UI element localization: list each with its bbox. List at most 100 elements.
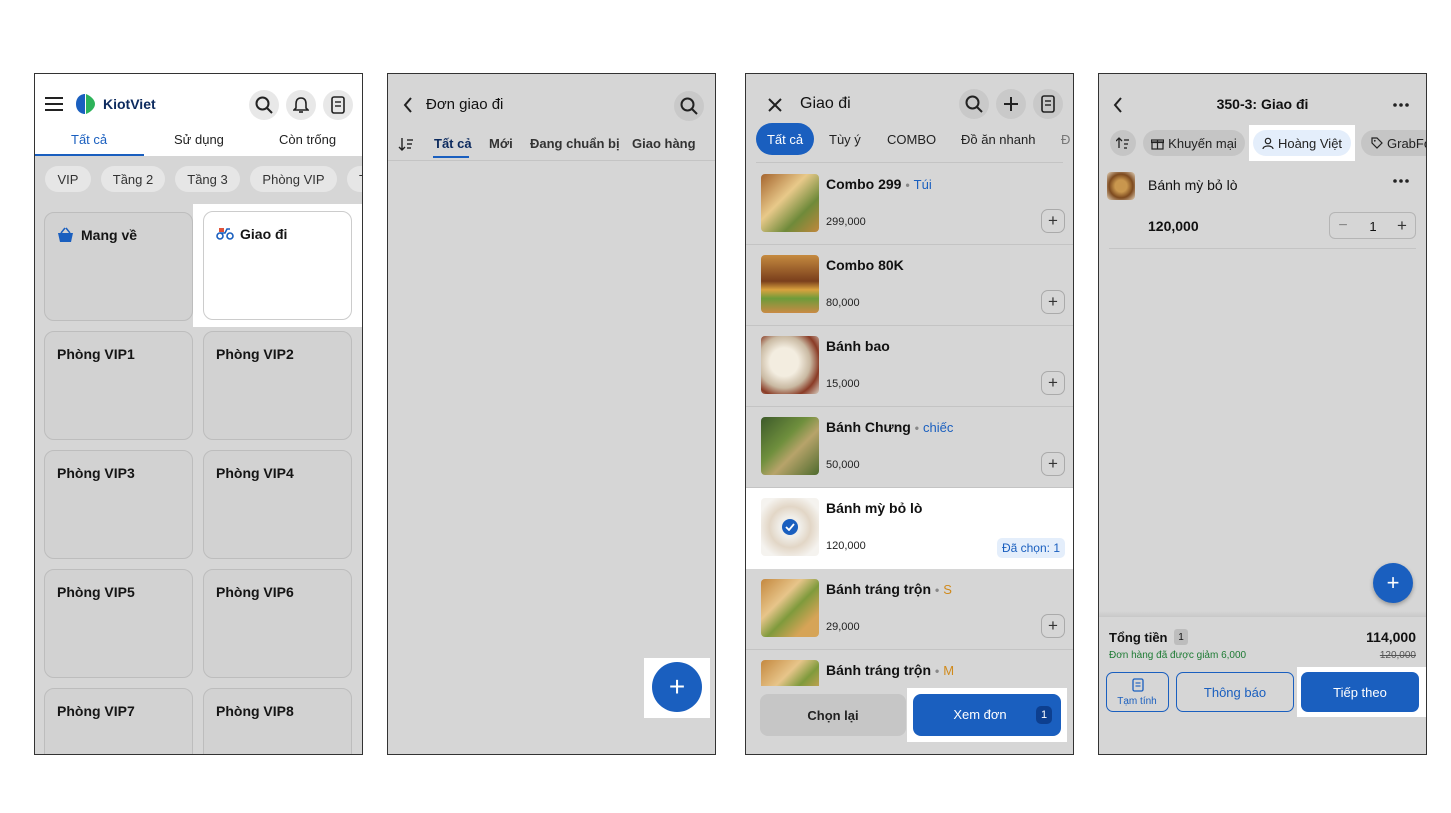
close-icon[interactable]	[765, 95, 785, 115]
food-thumbnail	[761, 417, 819, 475]
tab-in-use[interactable]: Sử dụng	[174, 132, 224, 147]
list-item-selected[interactable]: Bánh mỳ bỏ lò 120,000 Đã chọn: 1	[746, 488, 1073, 569]
add-item-button[interactable]: +	[1041, 614, 1065, 638]
item-price: 29,000	[826, 621, 860, 633]
customer-chip[interactable]: Hoàng Việt	[1253, 130, 1351, 156]
add-item-button[interactable]: +	[1041, 452, 1065, 476]
chip-label: Hoàng Việt	[1277, 135, 1343, 151]
tile-room[interactable]: Phòng VIP4	[203, 450, 352, 559]
back-icon[interactable]	[398, 95, 418, 115]
item-name: Bánh tráng trộn • M	[826, 662, 955, 678]
tab-delivering[interactable]: Giao hàng	[632, 136, 696, 151]
tile-room[interactable]: Phòng VIP8	[203, 688, 352, 754]
quantity-value: 1	[1369, 218, 1377, 234]
item-price: 50,000	[826, 459, 860, 471]
filter-chip[interactable]: Tầng 2	[101, 166, 165, 192]
notify-button[interactable]: Thông báo	[1176, 672, 1294, 712]
view-order-label: Xem đơn	[953, 707, 1007, 722]
list-item[interactable]: Bánh tráng trộn • S 29,000 +	[746, 569, 1073, 650]
temp-bill-label: Tạm tính	[1117, 696, 1157, 707]
temp-bill-button[interactable]: Tạm tính	[1106, 672, 1169, 712]
filter-chip[interactable]: Phòng VIP	[250, 166, 337, 192]
item-unit: chiếc	[923, 420, 954, 435]
total-count-badge: 1	[1174, 629, 1188, 645]
category-chip[interactable]: Đồ ăn nhanh	[961, 132, 1035, 147]
list-item[interactable]: Bánh Chưng • chiếc 50,000 +	[746, 407, 1073, 488]
search-button[interactable]	[249, 90, 279, 120]
tile-room[interactable]: Phòng VIP1	[44, 331, 193, 440]
item-unit: S	[943, 582, 952, 597]
tile-room[interactable]: Phòng VIP7	[44, 688, 193, 754]
more-icon[interactable]	[1389, 95, 1413, 115]
item-name: Bánh bao	[826, 338, 890, 354]
active-tab-indicator	[35, 154, 144, 156]
basket-icon	[58, 227, 73, 242]
tile-label: Phòng VIP8	[216, 703, 294, 719]
brand-name: KiotViet	[103, 96, 156, 112]
decrement-button[interactable]: −	[1332, 215, 1354, 237]
orders-button[interactable]	[1033, 89, 1063, 119]
tab-all[interactable]: Tất cả	[71, 132, 107, 147]
tile-room[interactable]: Phòng VIP2	[203, 331, 352, 440]
page-title: Đơn giao đi	[426, 96, 504, 113]
list-item[interactable]: Combo 299 • Túi 299,000 +	[746, 164, 1073, 245]
tile-room[interactable]: Phòng VIP3	[44, 450, 193, 559]
sort-icon[interactable]	[397, 135, 415, 153]
filter-chip[interactable]: Tầng 3	[175, 166, 240, 192]
tag-chip[interactable]: GrabFo	[1361, 130, 1426, 156]
item-name: Bánh Chưng • chiếc	[826, 419, 954, 435]
item-name: Bánh tráng trộn • S	[826, 581, 952, 597]
menu-screen: Giao đi Tất cả Tùy ý COMBO Đồ ăn nhanh Đ…	[745, 73, 1074, 755]
add-item-button[interactable]: +	[1041, 209, 1065, 233]
add-item-button[interactable]: +	[1041, 371, 1065, 395]
tab-available[interactable]: Còn trống	[279, 132, 336, 147]
page-title: Giao đi	[800, 95, 851, 112]
divider	[756, 162, 1063, 163]
tile-label: Phòng VIP7	[57, 703, 135, 719]
item-price: 120,000	[826, 540, 866, 552]
item-name: Combo 80K	[826, 257, 904, 273]
add-order-button[interactable]: +	[652, 662, 702, 712]
list-item[interactable]: Combo 80K 80,000 +	[746, 245, 1073, 326]
filter-chip[interactable]: T	[347, 166, 362, 192]
tile-takeaway[interactable]: Mang về	[44, 212, 193, 321]
notification-button[interactable]	[286, 90, 316, 120]
divider	[1109, 248, 1416, 249]
reset-button[interactable]: Chọn lại	[760, 694, 906, 736]
category-chip[interactable]: Tùy ý	[829, 132, 861, 147]
add-button[interactable]	[996, 89, 1026, 119]
tab-new[interactable]: Mới	[489, 136, 513, 151]
orders-button[interactable]	[323, 90, 353, 120]
hamburger-icon[interactable]	[44, 94, 64, 114]
tile-delivery[interactable]: Giao đi	[203, 211, 352, 320]
increment-button[interactable]: +	[1391, 215, 1413, 237]
quantity-stepper[interactable]: − 1 +	[1329, 212, 1416, 239]
sort-icon[interactable]	[1110, 130, 1136, 156]
tile-room[interactable]: Phòng VIP5	[44, 569, 193, 678]
view-order-button[interactable]: Xem đơn 1	[913, 694, 1061, 736]
filter-chip[interactable]: VIP	[45, 166, 91, 192]
plus-icon	[1004, 97, 1018, 111]
item-price: 80,000	[826, 297, 860, 309]
item-price: 15,000	[826, 378, 860, 390]
original-total: 120,000	[1379, 650, 1416, 661]
category-chip-active[interactable]: Tất cả	[756, 123, 814, 155]
next-button[interactable]: Tiếp theo	[1301, 672, 1419, 712]
add-item-fab[interactable]: +	[1373, 563, 1413, 603]
search-button[interactable]	[959, 89, 989, 119]
search-button[interactable]	[674, 91, 704, 121]
category-chip[interactable]: COMBO	[887, 132, 936, 147]
tab-all[interactable]: Tất cả	[434, 136, 472, 151]
item-name: Bánh mỳ bỏ lò	[1148, 177, 1238, 193]
item-name: Bánh mỳ bỏ lò	[826, 500, 923, 516]
tab-preparing[interactable]: Đang chuẩn bị	[530, 136, 620, 151]
list-item[interactable]: Bánh bao 15,000 +	[746, 326, 1073, 407]
add-item-button[interactable]: +	[1041, 290, 1065, 314]
discount-note: Đơn hàng đã được giảm 6,000	[1109, 650, 1247, 661]
tables-screen: KiotViet Tất cả Sử dụng Còn trống VIP Tầ…	[34, 73, 363, 755]
category-chip[interactable]: Đ	[1061, 132, 1070, 147]
promotion-chip[interactable]: Khuyến mại	[1143, 130, 1245, 156]
item-more-icon[interactable]	[1389, 172, 1413, 190]
tile-room[interactable]: Phòng VIP6	[203, 569, 352, 678]
food-thumbnail	[1107, 172, 1135, 200]
